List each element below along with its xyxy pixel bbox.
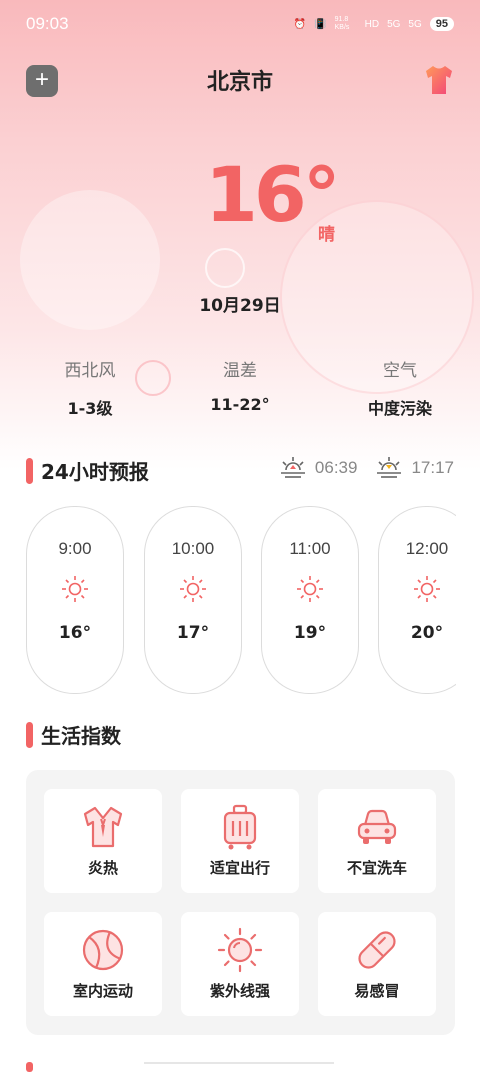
life-tile-label: 紫外线强 [209,982,270,1000]
city-title: 北京市 [206,70,273,95]
hour-card[interactable]: 12:00 20° [378,506,456,694]
shirt-icon [44,803,162,851]
network-speed: 91.8 KB/s [334,16,350,31]
theme-skin-button[interactable] [424,64,454,96]
uv-icon [181,926,299,974]
hour-temp: 20° [410,623,444,643]
hour-time: 11:00 [289,539,331,558]
sunset-icon [377,457,402,478]
life-tile-label: 不宜洗车 [346,859,407,877]
luggage-icon [181,803,299,851]
wind-label: 西北风 [64,361,116,381]
life-tile-sport[interactable]: 室内运动 [44,912,162,1016]
life-index-panel: 炎热 适宜出行 不宜洗车 室内运动 紫外线强 易感冒 [26,770,455,1035]
temp-range-label: 温差 [223,361,257,381]
weather-condition: 晴 [318,225,335,245]
life-title: 生活指数 [41,724,121,748]
life-tile-label: 适宜出行 [209,859,270,877]
hour-card[interactable]: 11:00 19° [261,506,359,694]
sunrise-time: 06:39 [314,458,358,477]
status-icons: ⏰ 📳 91.8 KB/s HD 5G 5G 95 [294,16,454,32]
signal-2: 5G [408,18,422,30]
section-accent-bar [26,721,33,748]
sun-times: 06:39 17:17 [279,456,454,480]
hour-temp: 17° [176,623,210,643]
hourly-forecast-list[interactable]: 9:00 16° 10:00 17° 11:00 19° 12:00 20° [26,506,456,696]
car-icon [318,803,436,851]
section-accent-bar [26,457,33,484]
hour-temp: 16° [58,623,92,643]
wind-value: 1-3级 [67,399,113,418]
battery-indicator: 95 [429,17,454,31]
vibrate-icon: 📳 [314,18,327,30]
shirt-icon [426,66,452,94]
forecast-section-title: 24小时预报 [26,456,149,485]
status-time: 09:03 [26,14,69,33]
life-tile-label: 炎热 [87,859,118,877]
hour-card[interactable]: 9:00 16° [26,506,124,694]
sun-icon [379,575,456,603]
sun-icon [145,575,241,603]
life-tile-uv[interactable]: 紫外线强 [181,912,299,1016]
hd-badge: HD [364,18,380,30]
sunset-time: 17:17 [411,458,454,477]
pill-icon [318,926,436,974]
forecast-title: 24小时预报 [41,460,149,484]
next-section-peek [26,1058,346,1072]
life-tile-label: 易感冒 [354,982,400,1000]
air-quality-value: 中度污染 [367,399,432,418]
life-tile-travel[interactable]: 适宜出行 [181,789,299,893]
sunrise-icon [280,457,305,478]
air-quality-stat: 空气 中度污染 [330,356,470,419]
life-tile-clothing[interactable]: 炎热 [44,789,162,893]
life-tile-cold[interactable]: 易感冒 [318,912,436,1016]
life-tile-label: 室内运动 [72,982,133,1000]
hour-time: 9:00 [58,539,92,558]
current-date: 10月29日 [199,296,281,316]
signal-1: 5G [387,18,401,30]
hour-card[interactable]: 10:00 17° [144,506,242,694]
wind-stat: 西北风 1-3级 [20,356,160,419]
air-quality-label: 空气 [383,361,417,381]
hour-temp: 19° [293,623,327,643]
life-tile-carwash[interactable]: 不宜洗车 [318,789,436,893]
life-section-title: 生活指数 [26,720,121,749]
ball-icon [44,926,162,974]
decor-bubble [205,248,245,288]
temp-range-value: 11-22° [210,395,270,414]
hour-time: 12:00 [405,539,449,558]
status-bar: 09:03 ⏰ 📳 91.8 KB/s HD 5G 5G 95 [0,0,480,48]
alarm-icon: ⏰ [293,18,307,30]
hour-time: 10:00 [171,539,215,558]
current-temperature: 16° [205,150,341,239]
sun-icon [27,575,123,603]
sun-icon [262,575,358,603]
temp-range-stat: 温差 11-22° [170,356,310,414]
